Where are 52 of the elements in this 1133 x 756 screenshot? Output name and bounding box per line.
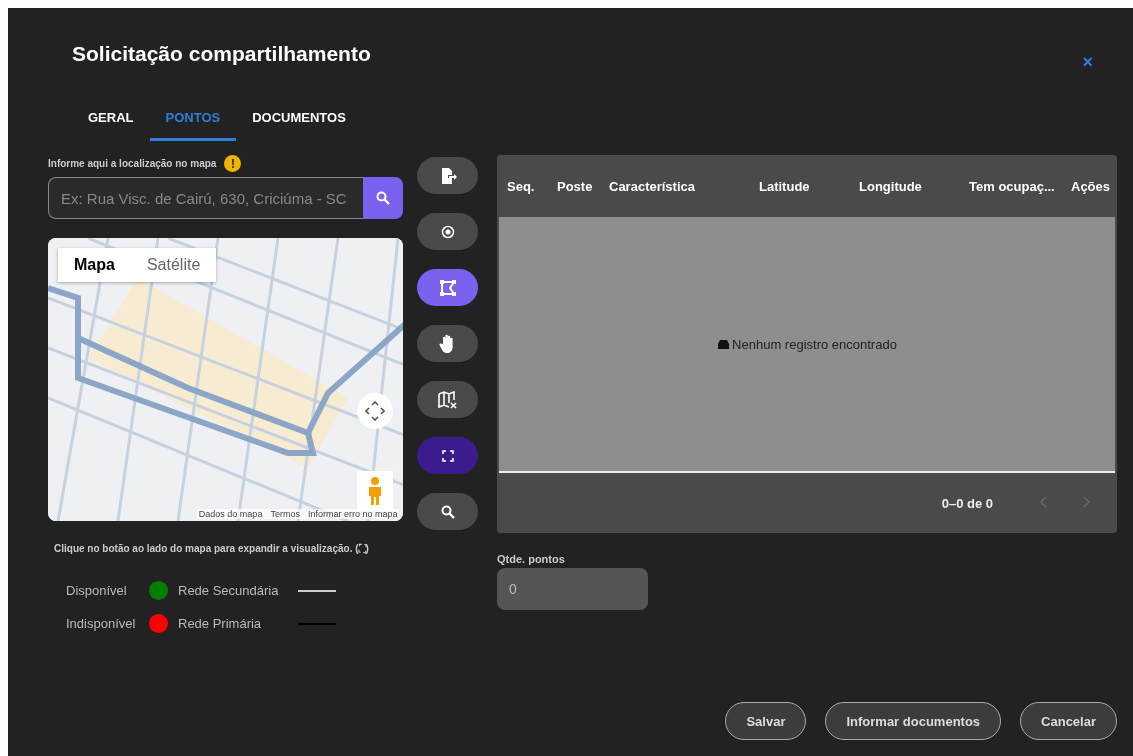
tab[interactable]: GERAL xyxy=(72,98,150,141)
column-header: Latitude xyxy=(759,178,811,194)
location-search-field[interactable]: Ex: Rua Visc. de Cairú, 630, Criciúma - SC xyxy=(48,177,364,219)
empty-message: Nenhum registro encontrado xyxy=(732,336,897,352)
tool-button[interactable] xyxy=(417,381,478,418)
search-icon xyxy=(376,191,391,205)
tool-button[interactable] xyxy=(417,437,478,474)
action-button[interactable]: Cancelar xyxy=(1020,702,1117,740)
fullscreen-icon xyxy=(441,449,454,462)
tab[interactable]: DOCUMENTOS xyxy=(236,98,362,141)
chevron-left-icon xyxy=(1039,496,1047,508)
search-icon xyxy=(440,504,455,519)
map-attribution-link[interactable]: Termos xyxy=(270,509,300,519)
pagination-range: 0–0 de 0 xyxy=(941,495,993,511)
legend-label: Rede Secundária xyxy=(178,583,280,598)
field-label: Informe aqui a localização no mapa xyxy=(48,158,217,169)
close-button[interactable]: × xyxy=(1082,52,1093,73)
inbox-icon xyxy=(717,338,731,350)
search-button[interactable] xyxy=(363,177,404,219)
polygon-icon xyxy=(438,278,457,297)
tab[interactable]: PONTOS xyxy=(149,98,237,141)
column-header: Ações xyxy=(1071,178,1112,194)
map-type-button[interactable]: Satélite xyxy=(130,248,217,282)
map-x-icon xyxy=(437,390,458,409)
field-label: Qtde. pontos xyxy=(497,553,566,565)
map[interactable]: Mapa Satélite Dados do mapa Termos Informar erro no mapa xyxy=(48,238,404,521)
points-count-field[interactable]: 0 xyxy=(497,568,648,610)
tool-button[interactable] xyxy=(417,325,478,362)
column-header: Tem ocupaç... xyxy=(969,178,1056,194)
warning-icon: ! xyxy=(224,155,242,172)
action-button[interactable]: Informar documentos xyxy=(825,702,1002,740)
column-header: Característica xyxy=(609,178,696,194)
map-attribution-link[interactable]: Dados do mapa xyxy=(198,509,263,519)
chevron-right-icon xyxy=(1083,496,1091,508)
legend-label: Disponível xyxy=(66,583,128,598)
tool-button[interactable] xyxy=(417,269,478,306)
column-header: Seq. xyxy=(507,178,536,194)
target-icon xyxy=(440,224,455,239)
action-button[interactable]: Salvar xyxy=(725,702,807,740)
legend-label: Rede Primária xyxy=(178,616,263,631)
tool-button[interactable] xyxy=(417,213,478,250)
tool-button[interactable] xyxy=(417,157,478,194)
column-header: Longitude xyxy=(859,178,923,194)
hint-text: Clique no botão ao lado do mapa para expandir a visualização. (⛶) xyxy=(54,543,370,555)
arrows-icon xyxy=(365,401,386,421)
dialog-title: Solicitação compartilhamento xyxy=(72,42,371,66)
map-attribution-link[interactable]: Informar erro no mapa xyxy=(307,509,398,519)
person-icon xyxy=(367,477,384,505)
column-header: Poste xyxy=(557,178,594,194)
legend-label: Indisponível xyxy=(66,616,137,631)
map-type-button[interactable]: Mapa xyxy=(58,248,131,282)
tool-button[interactable] xyxy=(417,493,478,530)
